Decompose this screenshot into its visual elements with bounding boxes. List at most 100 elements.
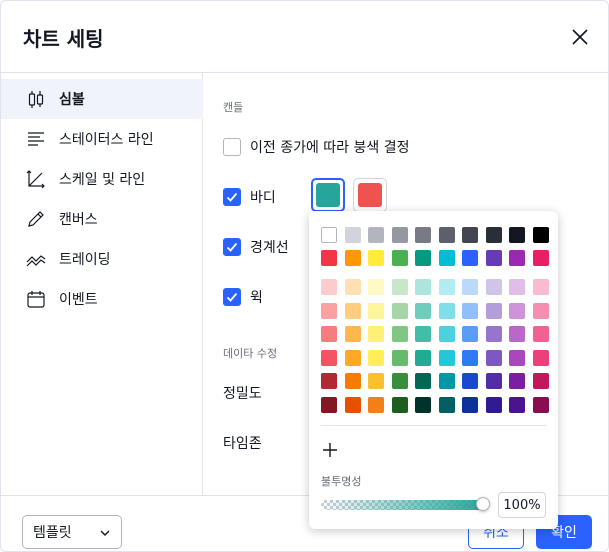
color-swatch[interactable] [415,250,431,266]
color-swatch[interactable] [415,279,431,295]
color-swatch[interactable] [462,250,478,266]
color-swatch[interactable] [509,227,525,243]
color-swatch[interactable] [533,373,549,389]
color-swatch[interactable] [509,250,525,266]
color-swatch[interactable] [345,326,361,342]
color-swatch[interactable] [462,373,478,389]
color-swatch[interactable] [462,326,478,342]
opacity-input[interactable]: 100% [498,492,546,518]
template-dropdown[interactable]: 템플릿 [22,515,122,549]
color-swatch[interactable] [368,279,384,295]
color-swatch[interactable] [439,227,455,243]
color-swatch[interactable] [368,326,384,342]
color-swatch[interactable] [509,279,525,295]
color-swatch[interactable] [415,303,431,319]
color-swatch[interactable] [321,373,337,389]
color-swatch[interactable] [509,397,525,413]
color-swatch[interactable] [533,227,549,243]
sidebar-item-events[interactable]: 이벤트 [1,279,203,319]
color-swatch[interactable] [439,326,455,342]
color-swatch[interactable] [321,350,337,366]
opacity-slider-handle[interactable] [476,497,490,511]
sidebar-item-status-line[interactable]: 스테이터스 라인 [1,119,203,159]
color-swatch[interactable] [509,350,525,366]
color-swatch[interactable] [321,279,337,295]
close-button[interactable] [566,23,594,51]
color-swatch[interactable] [486,279,502,295]
color-swatch[interactable] [439,397,455,413]
body-up-color-button[interactable] [311,178,345,212]
color-swatch[interactable] [462,350,478,366]
color-swatch[interactable] [392,397,408,413]
color-swatch[interactable] [321,397,337,413]
color-swatch[interactable] [368,397,384,413]
color-swatch[interactable] [345,350,361,366]
color-swatch[interactable] [368,373,384,389]
color-swatch[interactable] [486,397,502,413]
sidebar-item-trading[interactable]: 트레이딩 [1,239,203,279]
color-swatch[interactable] [462,397,478,413]
color-swatch[interactable] [392,250,408,266]
opacity-slider-gradient [321,500,485,510]
prev-close-checkbox[interactable] [223,138,241,156]
color-swatch[interactable] [509,303,525,319]
color-swatch[interactable] [392,350,408,366]
sidebar-item-scales[interactable]: 스케일 및 라인 [1,159,203,199]
color-swatch[interactable] [509,326,525,342]
color-swatch[interactable] [439,250,455,266]
color-swatch[interactable] [533,303,549,319]
color-swatch[interactable] [321,303,337,319]
body-down-color-button[interactable] [353,178,387,212]
color-swatch[interactable] [462,279,478,295]
color-swatch[interactable] [345,397,361,413]
color-swatch[interactable] [368,250,384,266]
color-swatch[interactable] [321,326,337,342]
color-swatch[interactable] [392,373,408,389]
color-swatch[interactable] [415,373,431,389]
color-swatch[interactable] [533,250,549,266]
color-swatch[interactable] [509,373,525,389]
color-swatch[interactable] [321,250,337,266]
color-swatch[interactable] [486,326,502,342]
opacity-slider[interactable] [321,500,485,510]
color-swatch[interactable] [321,227,337,243]
color-swatch[interactable] [415,397,431,413]
color-swatch[interactable] [486,250,502,266]
color-swatch[interactable] [533,326,549,342]
color-swatch[interactable] [392,227,408,243]
color-swatch[interactable] [415,350,431,366]
color-swatch[interactable] [415,227,431,243]
color-swatch[interactable] [486,227,502,243]
body-checkbox[interactable] [223,188,241,206]
color-swatch[interactable] [392,279,408,295]
wick-checkbox[interactable] [223,288,241,306]
color-swatch[interactable] [486,350,502,366]
color-swatch[interactable] [368,350,384,366]
color-swatch[interactable] [345,373,361,389]
sidebar-item-canvas[interactable]: 캔버스 [1,199,203,239]
color-swatch[interactable] [392,326,408,342]
color-swatch[interactable] [345,303,361,319]
color-swatch[interactable] [439,303,455,319]
add-custom-color-button[interactable] [321,441,339,459]
color-swatch[interactable] [439,350,455,366]
color-swatch[interactable] [368,303,384,319]
color-swatch[interactable] [486,303,502,319]
color-swatch[interactable] [533,279,549,295]
sidebar-item-symbol[interactable]: 심볼 [1,79,203,119]
color-swatch[interactable] [462,303,478,319]
color-swatch[interactable] [533,350,549,366]
color-swatch[interactable] [439,373,455,389]
color-swatch[interactable] [439,279,455,295]
color-swatch[interactable] [415,326,431,342]
border-checkbox[interactable] [223,238,241,256]
color-swatch[interactable] [486,373,502,389]
color-swatch[interactable] [368,227,384,243]
sidebar-item-label: 캔버스 [59,212,98,228]
color-swatch[interactable] [533,397,549,413]
color-swatch[interactable] [462,227,478,243]
color-swatch[interactable] [392,303,408,319]
color-swatch[interactable] [345,250,361,266]
color-swatch[interactable] [345,279,361,295]
color-swatch[interactable] [345,227,361,243]
